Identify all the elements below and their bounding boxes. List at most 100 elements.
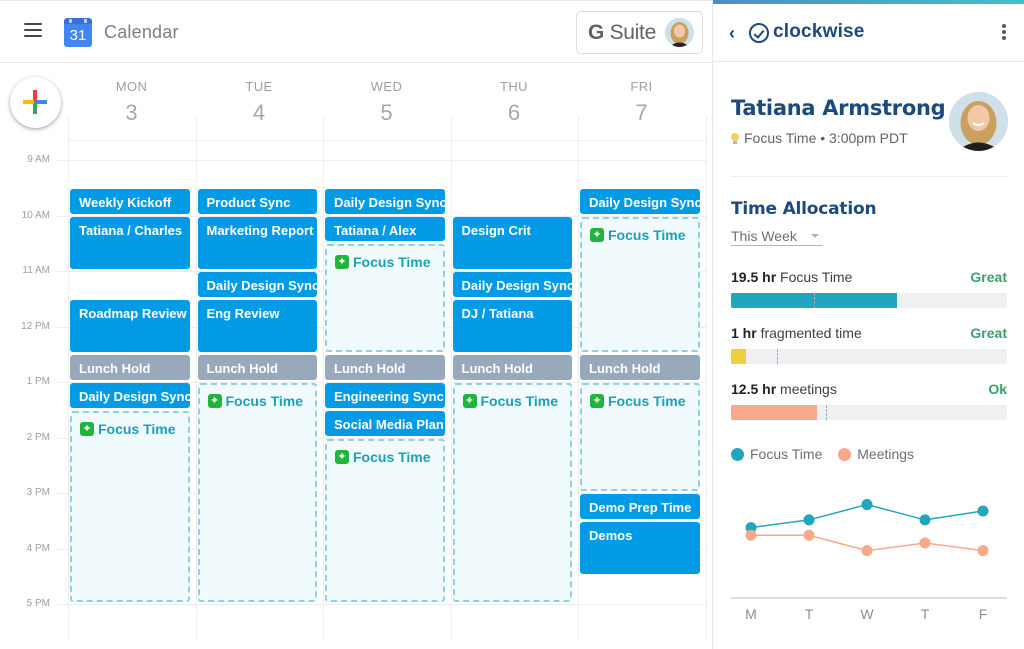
progress-bar [731,349,1007,364]
data-point[interactable] [861,545,873,557]
grid-column-line [195,116,197,640]
lunch-hold-event[interactable]: Lunch Hold [197,355,317,380]
hamburger-icon[interactable] [24,23,42,37]
event-title: Design Crit [461,222,531,238]
event-title: DJ / Tatiana [461,305,534,321]
grid-column-line [578,116,579,640]
focus-time-block[interactable]: Focus Time [325,438,445,602]
calendar-event[interactable]: Product Sync [197,188,317,214]
sparkle-icon [335,254,349,270]
data-point[interactable] [803,514,815,526]
avatar[interactable] [665,18,694,47]
calendar-event[interactable]: Demo Prep Time [580,494,700,519]
lunch-hold-event[interactable]: Lunch Hold [580,355,700,380]
calendar-event[interactable]: Weekly Kickoff [70,188,190,214]
focus-time-block[interactable]: Focus Time [452,383,572,602]
legend-dot-icon [838,448,852,461]
calendar-event[interactable]: Marketing Report [197,216,317,269]
calendar-event[interactable]: Eng Review [197,299,317,353]
chevron-left-icon[interactable]: ‹ [729,23,735,44]
event-title: Daily Design Sync [206,278,318,293]
time-allocation-title: Time Allocation [731,199,877,219]
focus-time-block[interactable]: Focus Time [197,383,317,602]
hour-line [56,604,706,605]
calendar-event[interactable]: Tatiana / Charles [70,216,190,269]
x-tick-label: T [804,606,814,622]
legend-dot-icon [731,448,744,461]
gsuite-account-button[interactable]: G Suite [576,11,703,54]
data-point[interactable] [745,529,757,541]
hour-line [56,160,706,161]
calendar-event[interactable]: Design Crit [452,216,572,269]
focus-time-block[interactable]: Focus Time [70,410,190,602]
calendar-event[interactable]: DJ / Tatiana [452,299,572,353]
event-title: Daily Design Sync [79,389,190,404]
data-point[interactable] [919,514,931,526]
data-point[interactable] [919,537,931,549]
x-tick-label: F [978,606,988,622]
progress-bar-fill [731,349,747,364]
hour-label: 1 PM [26,376,50,387]
period-select[interactable]: This Week [731,228,823,246]
sparkle-icon [590,393,604,409]
x-tick-label: T [920,606,930,622]
day-name: TUE [245,79,273,94]
calendar-logo-icon: 31 [64,18,92,47]
hour-label: 12 PM [21,320,50,332]
day-name: WED [370,79,403,94]
calendar-event[interactable]: Daily Design Sync [197,272,318,297]
calendar-event[interactable]: Engineering Sync [325,383,445,408]
calendar-event[interactable]: Daily Design Sync [580,188,700,214]
grid-column-line [323,116,324,640]
lunch-hold-event[interactable]: Lunch Hold [325,355,445,380]
event-title: Focus Time [225,393,304,409]
data-point[interactable] [977,545,989,557]
sparkle-icon [462,393,477,409]
calendar-app: 31 Calendar G Suite MON 3 TUE 4 WED 5 THU 6 FRI 7… [0,0,712,649]
person-name: Tatiana Armstrong [731,96,946,120]
day-name: THU [500,79,528,94]
metric-rating: Great [970,269,1007,285]
event-title: Daily Design Sync [461,278,573,293]
hour-label: 9 AM [27,154,50,165]
legend-item-focus: Focus Time [731,446,822,462]
calendar-event[interactable]: Daily Design Sync [325,188,445,214]
calendar-event[interactable]: Roadmap Review [70,299,190,353]
metric-label: 19.5 hr Focus Time [731,269,853,285]
calendar-event[interactable]: Daily Design Sync [452,272,573,297]
more-vertical-icon[interactable] [1001,24,1007,42]
hour-label: 10 AM [21,209,50,221]
metric-rating: Ok [988,381,1007,397]
allocation-metric: 1 hr fragmented time Great [731,325,1007,364]
event-title: Focus Time [608,393,686,409]
allocation-metric: 19.5 hr Focus Time Great [731,269,1007,308]
week-grid: 9 AM 10 AM 11 AM 12 PM 1 PM 2 PM 3 PM 4 PM 5 PM W… [0,116,712,649]
lightbulb-icon [731,133,739,144]
focus-time-block[interactable]: Focus Time [580,383,700,491]
calendar-event[interactable]: Tatiana / Alex [325,216,445,242]
calendar-event[interactable]: Daily Design Sync [70,383,190,408]
grid-column-line [450,116,452,640]
progress-bar [731,405,1007,420]
focus-time-block[interactable]: Focus Time [325,244,445,353]
event-title: Focus Time [608,226,686,243]
metric-label: 12.5 hr meetings [731,381,837,397]
lunch-hold-event[interactable]: Lunch Hold [70,355,190,380]
lunch-hold-event[interactable]: Lunch Hold [452,355,572,380]
chart-legend: Focus Time Meetings [731,446,926,462]
event-title: Lunch Hold [79,361,151,377]
all-day-separator [68,140,706,141]
event-title: Focus Time [353,254,431,271]
hour-label: 2 PM [26,431,50,443]
calendar-event[interactable]: Demos [580,521,700,575]
event-title: Daily Design Sync [589,194,700,210]
brand-name: clockwise [773,21,865,42]
focus-time-block[interactable]: Focus Time [580,216,700,353]
data-point[interactable] [803,529,815,541]
event-title: Lunch Hold [206,361,279,377]
data-point[interactable] [861,499,873,511]
day-name: FRI [630,79,653,94]
calendar-event[interactable]: Social Media Plan [325,410,445,436]
event-title: Daily Design Sync [334,194,445,210]
data-point[interactable] [977,505,989,517]
